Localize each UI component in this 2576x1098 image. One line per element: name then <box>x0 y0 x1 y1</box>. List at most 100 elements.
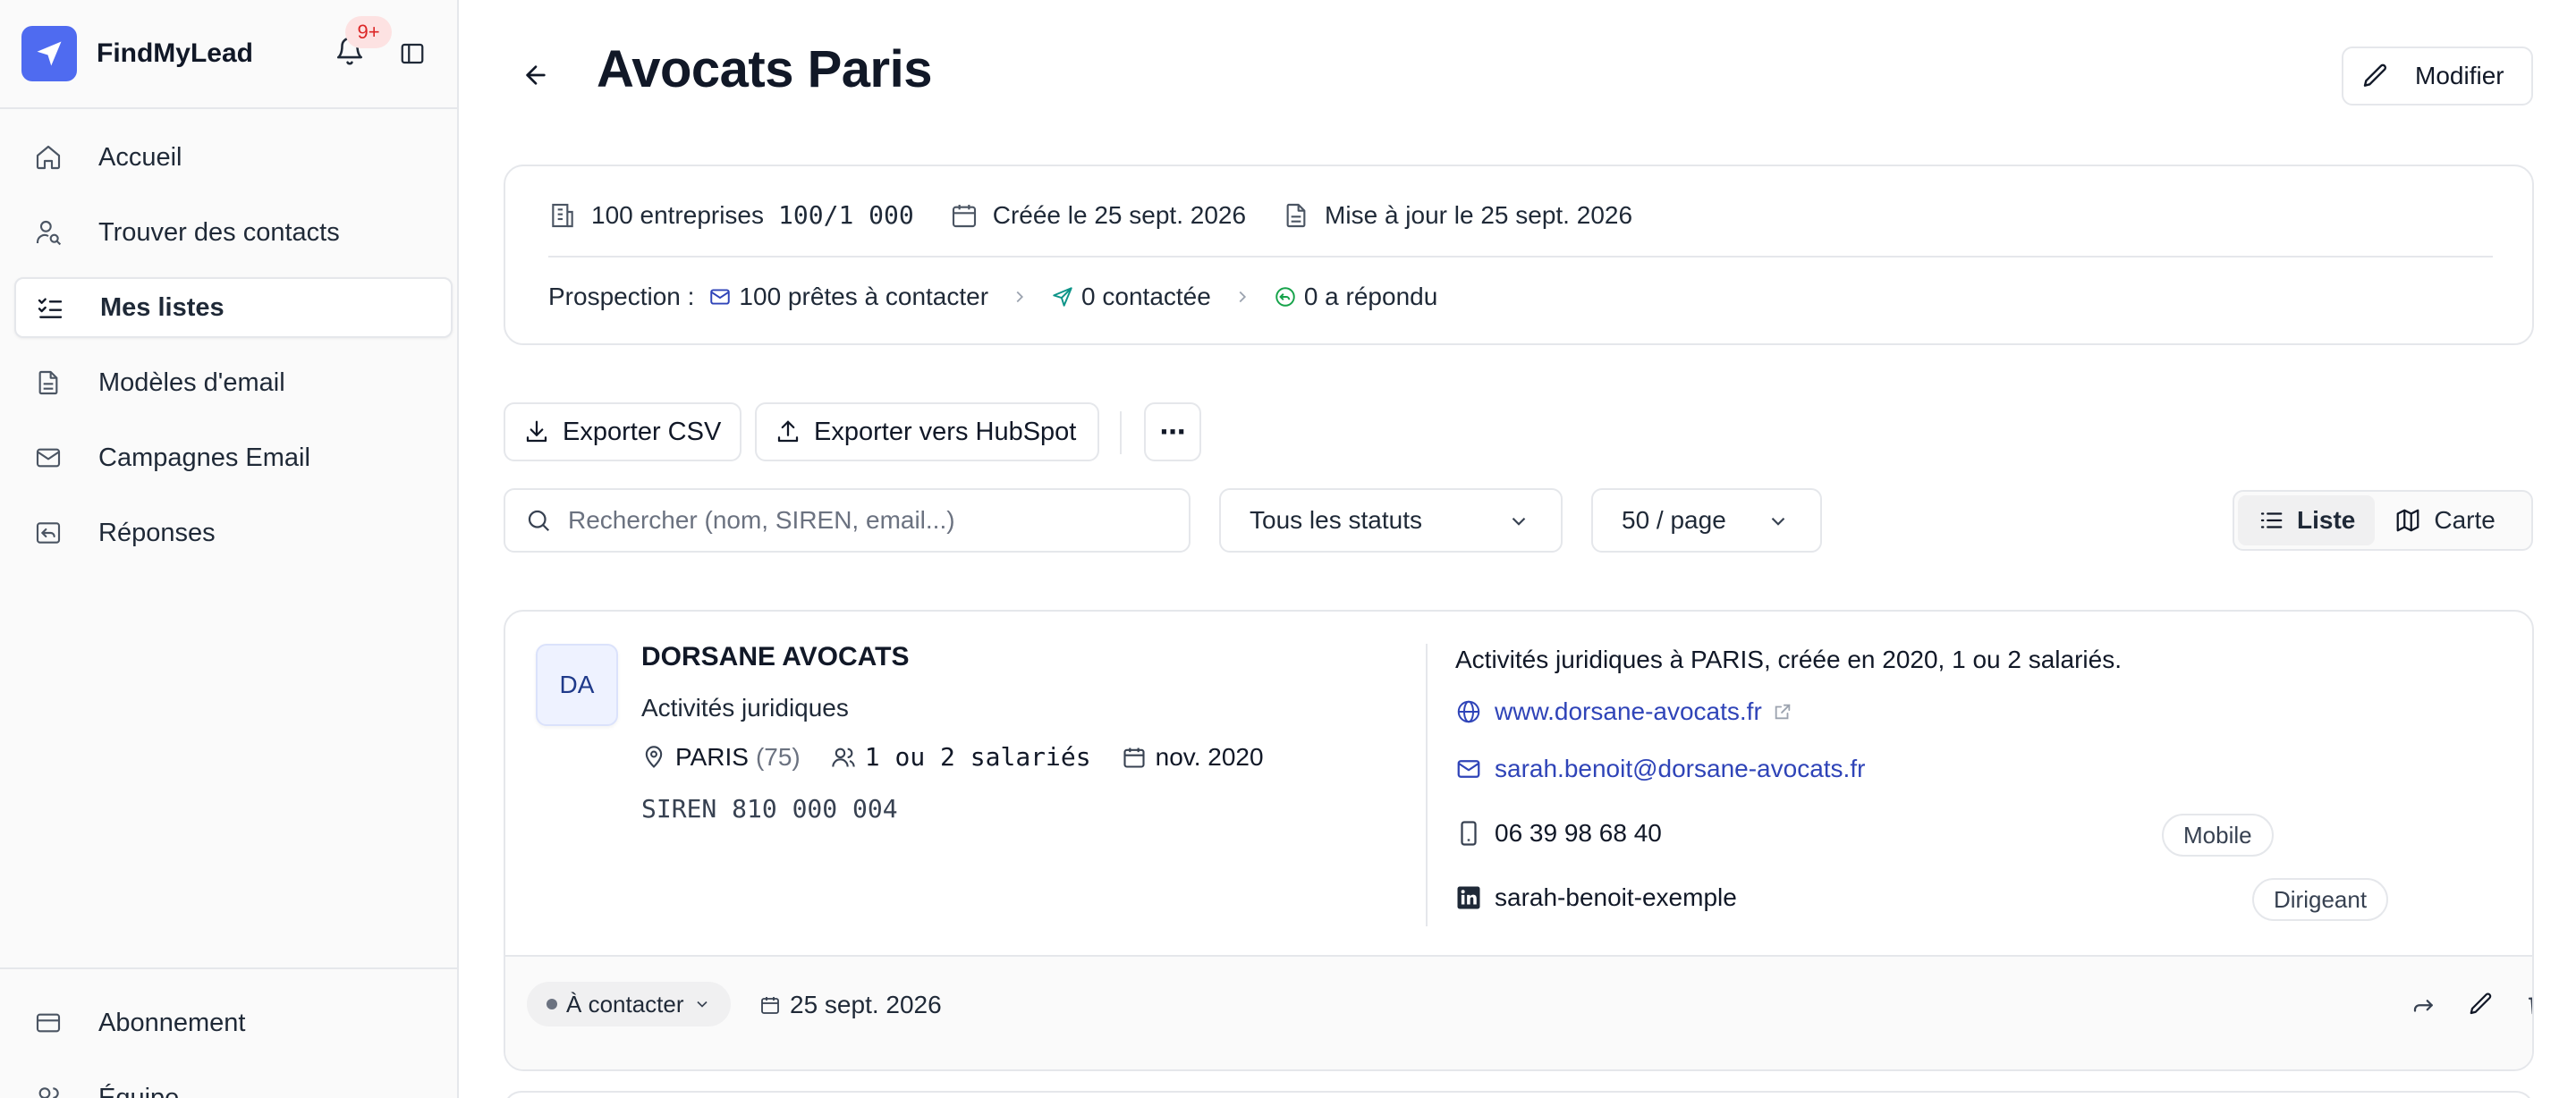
ready-stat: 100 prêtes à contacter <box>708 283 988 311</box>
sidebar-item-label: Accueil <box>98 142 182 172</box>
status-filter-select[interactable]: Tous les statuts <box>1219 488 1563 553</box>
mail-icon <box>1457 760 1480 778</box>
email-row: sarah.benoit@dorsane-avocats.fr <box>1455 755 1865 783</box>
sidebar-header: FindMyLead 9+ <box>0 0 457 109</box>
company-siren: SIREN 810 000 004 <box>641 794 898 824</box>
status-dropdown[interactable]: À contacter <box>527 982 731 1026</box>
navigation-arrow-icon <box>37 41 62 66</box>
globe-icon <box>1457 700 1480 723</box>
send-icon <box>1053 287 1072 307</box>
phone-number[interactable]: 06 39 98 68 40 <box>1495 819 1662 848</box>
sidebar-item-trouver-contacts[interactable]: Trouver des contacts <box>14 202 453 263</box>
list-stats-row: 100 entreprises 100/1 000 Créée le 25 se… <box>548 200 1668 230</box>
view-map-button[interactable]: Carte <box>2375 495 2514 545</box>
lead-card-footer: À contacter 25 sept. 2026 <box>505 955 2532 1069</box>
ready-count: 100 prêtes à contacter <box>739 283 989 310</box>
view-list-button[interactable]: Liste <box>2238 495 2376 545</box>
users-icon <box>34 1084 63 1098</box>
phone-row: 06 39 98 68 40 <box>1455 819 1662 848</box>
company-meta: PARIS (75) 1 ou 2 salariés nov. 2020 <box>641 742 1294 772</box>
view-toggle: Liste Carte <box>2233 490 2533 551</box>
chevron-down-icon <box>1771 517 1785 526</box>
status-label: À contacter <box>566 990 684 1018</box>
download-icon <box>526 420 547 443</box>
sidebar-item-modeles-email[interactable]: Modèles d'email <box>14 352 453 413</box>
created-date: Créée le 25 sept. 2026 <box>950 201 1246 230</box>
export-hubspot-button[interactable]: Exporter vers HubSpot <box>755 402 1099 461</box>
status-dot <box>547 999 557 1009</box>
linkedin-icon <box>1457 886 1480 909</box>
export-csv-button[interactable]: Exporter CSV <box>504 402 741 461</box>
list-icon <box>2260 512 2283 528</box>
back-arrow-icon[interactable] <box>521 61 550 89</box>
list-info-card: 100 entreprises 100/1 000 Créée le 25 se… <box>504 165 2534 345</box>
credit-card-icon <box>34 1009 63 1037</box>
replied-stat: 0 a répondu <box>1274 283 1437 311</box>
more-options-button[interactable]: ⋯ <box>1144 402 1201 461</box>
toolbar-divider <box>1120 411 1122 454</box>
sidebar-item-equipe[interactable]: Équipe <box>14 1068 453 1098</box>
map-pin-icon <box>645 745 663 768</box>
company-founded-text: nov. 2020 <box>1155 742 1264 771</box>
companies-stat: 100 entreprises 100/1 000 <box>548 200 914 230</box>
brand-name: FindMyLead <box>97 38 254 68</box>
mail-icon <box>34 443 63 472</box>
chevron-right-icon <box>1016 291 1024 303</box>
email-link[interactable]: sarah.benoit@dorsane-avocats.fr <box>1495 755 1865 783</box>
user-search-icon <box>34 218 63 247</box>
home-icon <box>34 143 63 172</box>
search-field[interactable] <box>504 488 1191 553</box>
sidebar-item-reponses[interactable]: Réponses <box>14 503 453 563</box>
sidebar-item-accueil[interactable]: Accueil <box>14 127 453 188</box>
company-founded: nov. 2020 <box>1122 743 1264 772</box>
company-avatar: DA <box>536 644 618 726</box>
column-divider <box>1426 644 1428 926</box>
sidebar: FindMyLead 9+ Accueil Trouver des contac… <box>0 0 459 1098</box>
sidebar-toggle-icon[interactable] <box>399 40 426 67</box>
lead-card-next <box>504 1091 2534 1098</box>
mail-icon <box>710 289 731 305</box>
users-icon <box>832 747 855 767</box>
company-name[interactable]: DORSANE AVOCATS <box>641 642 909 672</box>
sidebar-item-label: Campagnes Email <box>98 443 310 472</box>
brand-logo[interactable] <box>21 26 77 81</box>
notification-badge: 9+ <box>345 16 392 48</box>
sidebar-item-mes-listes[interactable]: Mes listes <box>14 277 453 338</box>
company-department: (75) <box>755 742 801 771</box>
website-link[interactable]: www.dorsane-avocats.fr <box>1495 697 1762 726</box>
trash-icon[interactable] <box>2525 991 2532 1018</box>
main-content: Avocats Paris Modifier 100 entreprises 1… <box>461 0 2576 1098</box>
per-page-select[interactable]: 50 / page <box>1591 488 1822 553</box>
sidebar-item-abonnement[interactable]: Abonnement <box>14 992 453 1053</box>
view-map-label: Carte <box>2434 506 2496 534</box>
modify-button[interactable]: Modifier <box>2342 46 2533 106</box>
sidebar-item-label: Équipe <box>98 1083 180 1098</box>
linkedin-handle[interactable]: sarah-benoit-exemple <box>1495 883 1737 912</box>
sidebar-item-label: Modèles d'email <box>98 367 285 397</box>
forward-icon[interactable] <box>2411 991 2437 1018</box>
divider <box>548 256 2493 258</box>
status-filter-value: Tous les statuts <box>1250 506 1422 534</box>
chevron-right-icon <box>1239 291 1246 303</box>
sidebar-item-label: Trouver des contacts <box>98 217 340 247</box>
sidebar-item-campagnes-email[interactable]: Campagnes Email <box>14 427 453 488</box>
company-employees: 1 ou 2 salariés <box>831 742 1091 772</box>
building-icon <box>552 203 573 227</box>
calendar-icon <box>952 204 976 227</box>
edit-icon[interactable] <box>2468 991 2495 1018</box>
quota-value: 100/1 000 <box>778 200 914 230</box>
website-row: www.dorsane-avocats.fr <box>1455 697 1805 726</box>
view-list-label: Liste <box>2297 506 2356 534</box>
lead-date: 25 sept. 2026 <box>759 991 942 1019</box>
chevron-down-icon <box>1512 517 1526 526</box>
company-employees-text: 1 ou 2 salariés <box>864 742 1091 772</box>
calendar-icon <box>1123 747 1145 768</box>
search-input[interactable] <box>568 506 1176 535</box>
updated-date-text: Mise à jour le 25 sept. 2026 <box>1325 200 1633 229</box>
linkedin-row: sarah-benoit-exemple <box>1455 883 1737 912</box>
sidebar-item-label: Mes listes <box>100 292 225 322</box>
list-checks-icon <box>36 293 64 322</box>
replied-count: 0 a répondu <box>1303 283 1438 310</box>
contacted-count: 0 contactée <box>1081 283 1211 310</box>
file-text-icon <box>34 368 63 397</box>
